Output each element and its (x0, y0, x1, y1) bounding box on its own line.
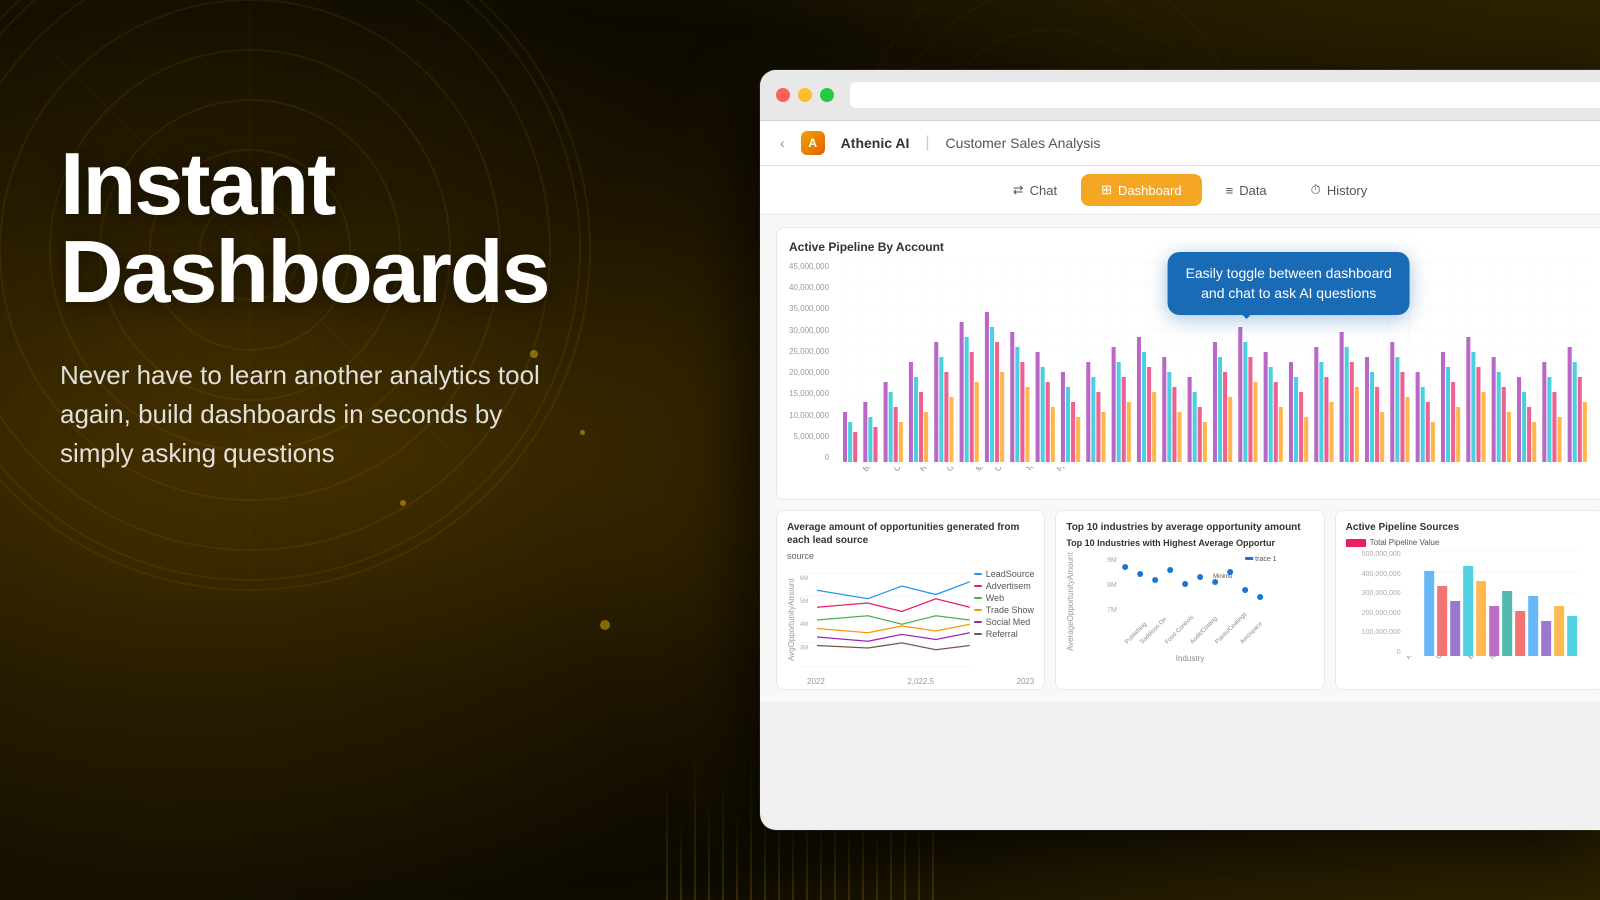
tab-chat[interactable]: ⇄ Chat (993, 174, 1077, 206)
data-icon: ≡ (1226, 183, 1234, 198)
deco-dot-3 (600, 620, 610, 630)
svg-text:trace 1: trace 1 (1255, 556, 1277, 563)
history-icon: ⏱ (1311, 182, 1321, 198)
svg-text:7M: 7M (1107, 607, 1117, 614)
svg-text:3M: 3M (800, 646, 808, 652)
tooltip-line1: Easily toggle between dashboard (1186, 265, 1392, 281)
tab-dashboard[interactable]: ⊞ Dashboard (1081, 174, 1202, 206)
brand-name: Athenic AI (841, 135, 910, 151)
tab-chat-label: Chat (1030, 183, 1057, 198)
pipeline-legend: Total Pipeline Value (1370, 538, 1440, 547)
svg-text:Aerospace: Aerospace (1240, 620, 1265, 645)
svg-text:4M: 4M (800, 622, 808, 628)
svg-text:6M: 6M (800, 576, 808, 582)
line-chart-svg: 6M 5M 4M 3M (800, 565, 970, 675)
traffic-light-yellow[interactable] (798, 88, 812, 102)
tab-data-label: Data (1239, 183, 1266, 198)
dashboard-content: Active Pipeline By Account 45,000,000 40… (760, 215, 1600, 702)
main-title: Instant Dashboards (60, 140, 620, 316)
svg-text:Minimu: Minimu (1213, 574, 1232, 580)
chat-icon: ⇄ (1013, 182, 1024, 198)
deco-dot-2 (400, 500, 406, 506)
nav-divider: | (925, 134, 929, 152)
traffic-light-green[interactable] (820, 88, 834, 102)
tab-history-label: History (1327, 183, 1367, 198)
lead-source-title: Average amount of opportunities generate… (787, 521, 1034, 547)
pipeline-sources-title: Active Pipeline Sources (1346, 521, 1593, 534)
traffic-light-red[interactable] (776, 88, 790, 102)
line-chart-legend: LeadSource Advertisem Web Trade Show Soc… (974, 569, 1035, 675)
svg-text:9M: 9M (1107, 557, 1117, 564)
browser-chrome (760, 70, 1600, 121)
industry-title: Top 10 industries by average opportunity… (1066, 521, 1313, 534)
left-content: Instant Dashboards Never have to learn a… (60, 140, 620, 473)
subtitle-text: Never have to learn another analytics to… (60, 356, 540, 473)
pipeline-bar-svg (1405, 551, 1593, 656)
main-chart-card: Active Pipeline By Account 45,000,000 40… (776, 227, 1600, 500)
nav-bar: ‹ A Athenic AI | Customer Sales Analysis (760, 121, 1600, 166)
svg-text:5M: 5M (800, 599, 808, 605)
industry-chart: Top 10 industries by average opportunity… (1055, 510, 1324, 690)
dashboard-mockup: ‹ A Athenic AI | Customer Sales Analysis… (760, 70, 1600, 830)
nav-back-button[interactable]: ‹ (780, 135, 785, 151)
scatter-svg: 9M 8M 7M trace 1 (1077, 552, 1313, 652)
tab-history[interactable]: ⏱ History (1291, 174, 1388, 206)
tab-bar: ⇄ Chat ⊞ Dashboard ≡ Data ⏱ History (760, 166, 1600, 215)
industry-subtitle: Top 10 Industries with Highest Average O… (1066, 538, 1313, 548)
tab-data[interactable]: ≡ Data (1206, 175, 1287, 206)
lead-source-subtitle: source (787, 551, 1034, 561)
brand-logo: A (801, 131, 825, 155)
bottom-charts-row: Average amount of opportunities generate… (776, 510, 1600, 690)
line-chart-x-label: YEAR (787, 688, 1034, 690)
dashboard-icon: ⊞ (1101, 182, 1112, 198)
lead-source-chart: Average amount of opportunities generate… (776, 510, 1045, 690)
svg-text:8M: 8M (1107, 582, 1117, 589)
tab-dashboard-label: Dashboard (1118, 183, 1182, 198)
nav-page-title: Customer Sales Analysis (946, 135, 1101, 151)
pipeline-sources-chart: Active Pipeline Sources Total Pipeline V… (1335, 510, 1600, 690)
url-bar[interactable] (850, 82, 1600, 108)
tooltip-line2: and chat to ask AI questions (1201, 285, 1376, 301)
industry-x-label: Industry (1066, 654, 1313, 663)
tooltip-bubble: Easily toggle between dashboard and chat… (1168, 252, 1410, 315)
